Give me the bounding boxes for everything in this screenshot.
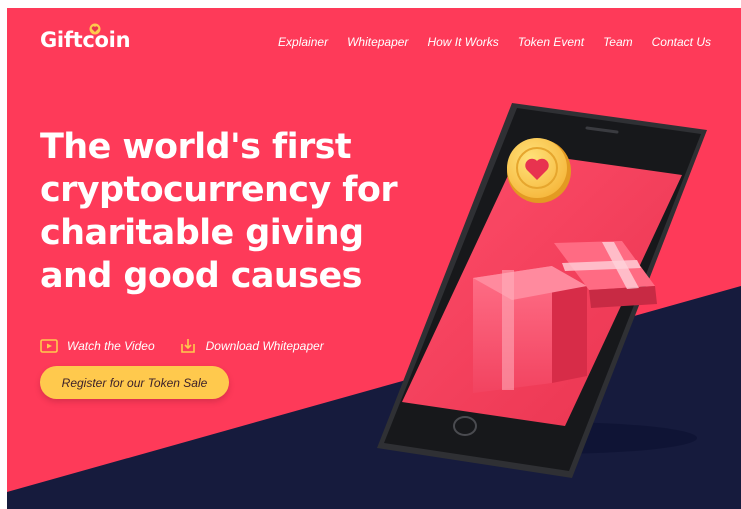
hero-section: Giftcoin Explainer Whitepaper How It Wor… — [7, 8, 741, 509]
phone-illustration — [377, 103, 707, 478]
